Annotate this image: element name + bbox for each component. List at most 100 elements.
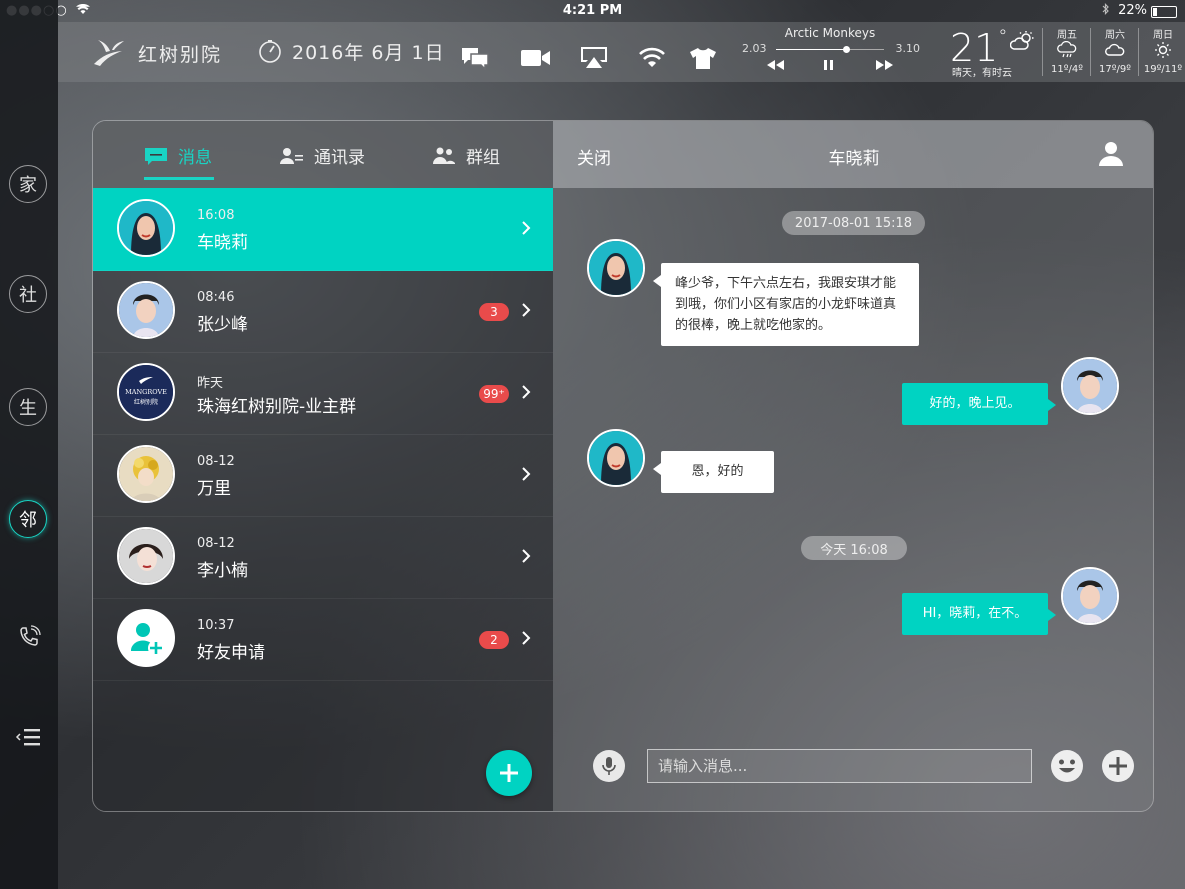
chevron-right-icon bbox=[522, 467, 531, 481]
video-camera-icon[interactable] bbox=[520, 46, 552, 70]
conversation-pane: 消息 通讯录 群组 16:08 车晓莉 08:46 张少峰 3 MANGROVE… bbox=[93, 121, 553, 811]
conversation-name: 珠海红树别院-业主群 bbox=[197, 397, 357, 417]
forecast-day: 周日 19º/11º bbox=[1140, 26, 1185, 75]
divider bbox=[1042, 28, 1043, 76]
date-text: 2016年 6月 1日 bbox=[292, 42, 445, 64]
unread-badge: 3 bbox=[479, 303, 509, 321]
plus-icon bbox=[500, 764, 518, 782]
rail-item-home[interactable]: 家 bbox=[9, 165, 47, 203]
avatar-text: MANGROVE bbox=[125, 388, 167, 396]
tab-groups[interactable]: 群组 bbox=[432, 143, 500, 168]
wifi-icon[interactable] bbox=[638, 46, 666, 70]
rain-cloud-icon bbox=[1057, 41, 1077, 58]
group-icon bbox=[433, 147, 455, 164]
emoji-icon[interactable] bbox=[1050, 749, 1084, 783]
forecast-temp: 17º/9º bbox=[1099, 64, 1131, 75]
bird-logo-icon bbox=[94, 40, 124, 66]
message-bubble-incoming: 恩，好的 bbox=[653, 451, 774, 493]
avatar bbox=[117, 281, 175, 339]
cloud-icon bbox=[1105, 43, 1125, 56]
menu-icon[interactable] bbox=[14, 722, 44, 752]
forecast-day: 周五 11º/4º bbox=[1044, 26, 1090, 75]
new-conversation-button[interactable] bbox=[486, 750, 532, 796]
sun-icon bbox=[1155, 42, 1171, 58]
brand-logo: 红树别院 bbox=[92, 38, 222, 68]
track-progress-fill bbox=[776, 49, 847, 50]
bluetooth-icon bbox=[1102, 3, 1109, 15]
chevron-right-icon bbox=[522, 549, 531, 563]
avatar bbox=[117, 199, 175, 257]
conversation-time: 昨天 bbox=[197, 376, 224, 391]
avatar-text: 红树别院 bbox=[133, 399, 158, 406]
rail-item-label: 社 bbox=[19, 285, 37, 306]
tshirt-icon[interactable] bbox=[688, 46, 718, 70]
timestamp-divider: 2017-08-01 15:18 bbox=[782, 211, 925, 235]
track-progress-bar[interactable] bbox=[776, 46, 884, 53]
previous-track-icon[interactable] bbox=[764, 58, 786, 72]
pause-icon[interactable] bbox=[822, 58, 836, 72]
track-elapsed: 2.03 bbox=[742, 42, 767, 55]
track-progress-knob[interactable] bbox=[843, 46, 851, 53]
next-track-icon[interactable] bbox=[874, 58, 896, 72]
conversation-item[interactable]: 08:46 张少峰 3 bbox=[93, 270, 553, 353]
weather-description: 晴天，有时云 bbox=[952, 68, 1012, 79]
forecast-temp: 11º/4º bbox=[1051, 64, 1083, 75]
tab-label: 通讯录 bbox=[314, 148, 365, 168]
avatar: MANGROVE 红树别院 bbox=[117, 363, 175, 421]
battery-percent: 22% bbox=[1118, 3, 1147, 18]
brand-name: 红树别院 bbox=[138, 43, 223, 66]
message-input-bar bbox=[553, 731, 1153, 811]
rail-item-neighbors[interactable]: 邻 bbox=[9, 500, 47, 538]
forecast-day-label: 周日 bbox=[1153, 30, 1173, 41]
conversation-item[interactable]: 16:08 车晓莉 bbox=[93, 188, 553, 271]
conversation-item[interactable]: 10:37 好友申请 2 bbox=[93, 598, 553, 681]
conversation-name: 李小楠 bbox=[197, 561, 248, 581]
forecast-temp: 19º/11º bbox=[1143, 64, 1183, 75]
timestamp-divider: 今天 16:08 bbox=[801, 536, 907, 560]
unread-badge: 99⁺ bbox=[479, 385, 509, 403]
conversation-name: 好友申请 bbox=[197, 643, 265, 663]
phone-icon[interactable] bbox=[14, 622, 44, 652]
conversation-item[interactable]: 08-12 万里 bbox=[93, 434, 553, 517]
date-display: 2016年 6月 1日 bbox=[258, 38, 445, 65]
tab-messages[interactable]: 消息 bbox=[144, 143, 212, 168]
battery-icon bbox=[1151, 6, 1177, 18]
profile-icon[interactable] bbox=[1099, 141, 1123, 167]
partly-cloudy-icon bbox=[1010, 31, 1034, 50]
voice-input-button[interactable] bbox=[593, 750, 625, 782]
tab-contacts[interactable]: 通讯录 bbox=[280, 143, 365, 168]
conversation-time: 08:46 bbox=[197, 290, 235, 305]
clock: 4:21 PM bbox=[562, 3, 623, 18]
battery-status: 22% bbox=[1102, 3, 1147, 18]
tab-label: 群组 bbox=[466, 148, 500, 168]
chat-pane: 关闭 车晓莉 2017-08-01 15:18 峰少爷，下午六点左右，我跟安琪才… bbox=[553, 121, 1153, 811]
forecast-day: 周六 17º/9º bbox=[1092, 26, 1138, 75]
conversation-item[interactable]: 08-12 李小楠 bbox=[93, 516, 553, 599]
tab-label: 消息 bbox=[178, 148, 212, 168]
conversation-time: 08-12 bbox=[197, 536, 235, 551]
airplay-icon[interactable] bbox=[580, 46, 608, 70]
message-input[interactable] bbox=[647, 749, 1032, 783]
contacts-icon bbox=[280, 147, 303, 164]
chat-bubbles-icon[interactable] bbox=[460, 46, 490, 70]
chevron-right-icon bbox=[522, 303, 531, 317]
chevron-right-icon bbox=[522, 221, 531, 235]
avatar bbox=[117, 445, 175, 503]
conversation-time: 08-12 bbox=[197, 454, 235, 469]
message-bubble-outgoing: 好的，晚上见。 bbox=[902, 383, 1056, 425]
battery-level-fill bbox=[1153, 8, 1158, 16]
rail-item-community[interactable]: 社 bbox=[9, 275, 47, 313]
left-rail: 家 社 生 邻 bbox=[0, 0, 58, 889]
avatar bbox=[1061, 567, 1119, 625]
avatar bbox=[1061, 357, 1119, 415]
chat-icon bbox=[145, 147, 167, 165]
conversation-name: 车晓莉 bbox=[197, 233, 248, 253]
avatar bbox=[117, 527, 175, 585]
forecast-day-label: 周六 bbox=[1105, 30, 1125, 41]
add-attachment-icon[interactable] bbox=[1101, 749, 1135, 783]
music-player: Arctic Monkeys 2.03 3.10 bbox=[740, 26, 920, 78]
avatar bbox=[587, 429, 645, 487]
rail-item-label: 邻 bbox=[19, 510, 37, 531]
conversation-item[interactable]: MANGROVE 红树别院 昨天 珠海红树别院-业主群 99⁺ bbox=[93, 352, 553, 435]
rail-item-life[interactable]: 生 bbox=[9, 388, 47, 426]
